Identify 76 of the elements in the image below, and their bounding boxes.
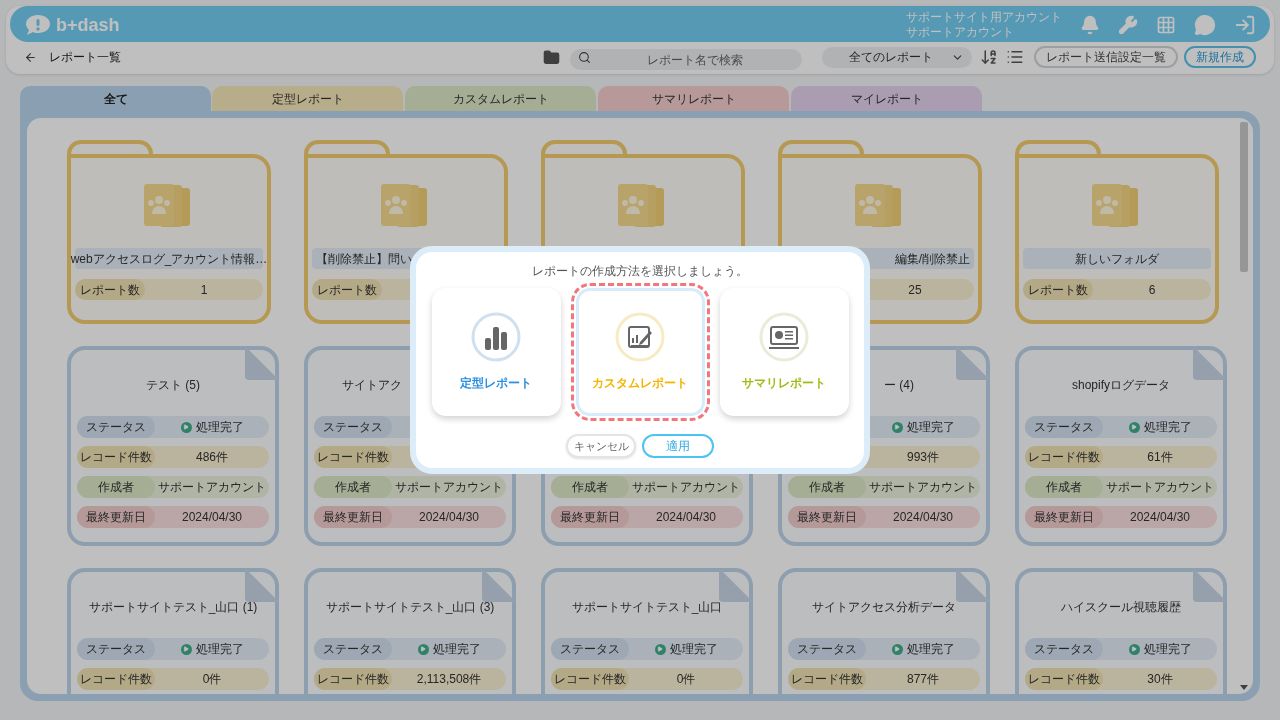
field-label: 作成者: [572, 479, 608, 496]
folder-name: 新しいフォルダ: [1075, 250, 1159, 268]
field-value: 993件: [907, 449, 939, 466]
field-label: 作成者: [335, 479, 371, 496]
field-label: ステータス: [323, 419, 383, 436]
field-label: 最終更新日: [1034, 509, 1094, 526]
report-title: shopifyログデータ: [1072, 377, 1170, 394]
field-label: ステータス: [1034, 419, 1094, 436]
report-title: サイトアク: [342, 377, 402, 394]
field-label: レコード件数: [317, 671, 389, 688]
field-value: 処理完了: [1143, 419, 1192, 436]
report-title: テスト (5): [146, 377, 200, 394]
report-title: ハイスクール視聴履歴: [1061, 599, 1181, 616]
field-value: 処理完了: [195, 641, 244, 658]
report-count: 1: [200, 281, 208, 299]
field-value: 処理完了: [195, 419, 244, 436]
account-site: サポートサイト用アカウント: [906, 10, 1062, 25]
field-value: 2,113,508件: [416, 671, 482, 688]
field-label: レコード件数: [80, 671, 152, 688]
report-title: サポートサイトテスト_山口: [571, 599, 723, 616]
report-title: サポートサイトテスト_山口 (3): [325, 599, 495, 616]
field-value: 0件: [676, 671, 696, 688]
field-label: ステータス: [86, 641, 146, 658]
field-value: 877件: [907, 671, 939, 688]
folder-name: 【削除禁止】問い: [316, 250, 412, 268]
count-label: レポート数: [317, 281, 377, 299]
field-label: レコード件数: [80, 449, 152, 466]
field-value: 2024/04/30: [655, 509, 717, 526]
field-label: ステータス: [797, 641, 857, 658]
field-label: レコード件数: [554, 671, 626, 688]
folder-name: 編集/削除禁止: [894, 250, 970, 268]
field-label: 作成者: [98, 479, 134, 496]
field-value: 2024/04/30: [1129, 509, 1191, 526]
field-value: 処理完了: [432, 641, 481, 658]
dialog-prompt: レポートの作成方法を選択しましょう。: [532, 263, 748, 280]
report-title: サイトアクセス分析データ: [812, 599, 956, 616]
field-value: 61件: [1147, 449, 1173, 466]
logo-text: b+dash: [56, 13, 120, 37]
report-count: 25: [908, 281, 922, 299]
field-label: レコード件数: [1028, 671, 1100, 688]
field-label: ステータス: [323, 641, 383, 658]
field-value: 処理完了: [906, 419, 955, 436]
field-label: 最終更新日: [560, 509, 620, 526]
field-label: 作成者: [809, 479, 845, 496]
field-value: 処理完了: [669, 641, 718, 658]
field-value: サポートアカウント: [869, 479, 977, 496]
field-value: 処理完了: [1143, 641, 1192, 658]
field-value: 2024/04/30: [181, 509, 243, 526]
report-title: サポートサイトテスト_山口 (1): [88, 599, 258, 616]
field-value: 2024/04/30: [418, 509, 480, 526]
field-label: 最終更新日: [86, 509, 146, 526]
report-count: 6: [1148, 281, 1156, 299]
field-value: 0件: [202, 671, 222, 688]
count-label: レポート数: [80, 281, 140, 299]
field-label: ステータス: [1034, 641, 1094, 658]
field-value: 486件: [196, 449, 228, 466]
field-value: 30件: [1147, 671, 1173, 688]
field-label: ステータス: [86, 419, 146, 436]
page-title: レポート一覧: [49, 49, 121, 66]
field-label: レコード件数: [791, 671, 863, 688]
field-label: レコード件数: [317, 449, 389, 466]
field-value: 2024/04/30: [892, 509, 954, 526]
field-value: 処理完了: [906, 641, 955, 658]
field-value: サポートアカウント: [632, 479, 740, 496]
field-label: レコード件数: [1028, 449, 1100, 466]
field-value: サポートアカウント: [1106, 479, 1214, 496]
field-value: サポートアカウント: [395, 479, 503, 496]
field-label: ステータス: [560, 641, 620, 658]
folder-name: webアクセスログ_アカウント情報…: [70, 250, 268, 268]
field-value: サポートアカウント: [158, 479, 266, 496]
count-label: レポート数: [1028, 281, 1088, 299]
report-title: ー (4): [884, 377, 914, 394]
field-label: 最終更新日: [323, 509, 383, 526]
field-label: 作成者: [1046, 479, 1082, 496]
field-label: 最終更新日: [797, 509, 857, 526]
account-name: サポートアカウント: [906, 25, 1015, 40]
